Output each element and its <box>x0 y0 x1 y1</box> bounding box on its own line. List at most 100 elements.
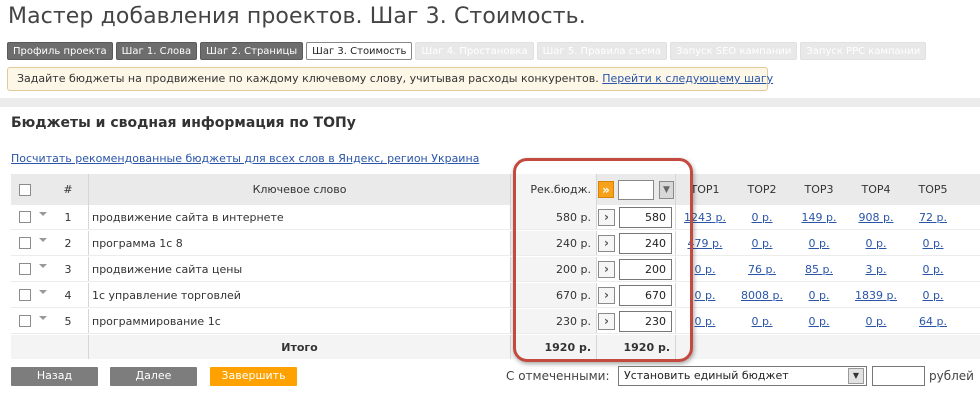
table-header: # Ключевое слово Рек.бюдж. » ▼ TOP1 TOP2… <box>11 174 980 205</box>
finish-button[interactable]: Завершить <box>210 367 297 386</box>
caret-down-icon[interactable] <box>39 238 47 242</box>
hint-banner: Задайте бюджеты на продвижение по каждом… <box>7 67 773 91</box>
top1-link[interactable]: 0 р. <box>695 289 716 302</box>
row-keyword: 1с управление торговлей <box>92 288 241 302</box>
bulk-budget-input[interactable] <box>872 366 925 386</box>
top1-link[interactable]: 0 р. <box>695 263 716 276</box>
bulk-action-select[interactable]: Установить единый бюджет ▼ <box>618 366 867 386</box>
calc-recommended-budgets-link[interactable]: Посчитать рекомендованные бюджеты для вс… <box>11 152 479 165</box>
top5-link[interactable]: 64 р. <box>919 315 947 328</box>
step-5-removal-rules: Шаг 5. Правила съема <box>536 42 668 60</box>
top2-link[interactable]: 0 р. <box>752 211 773 224</box>
next-button[interactable]: Далее <box>110 367 197 386</box>
row-num: 5 <box>64 314 72 328</box>
total-rec-budget: 1920 р. <box>544 340 592 354</box>
row-checkbox[interactable] <box>19 211 31 223</box>
col-top2: TOP2 <box>747 183 777 196</box>
row-keyword: продвижение сайта цены <box>92 262 243 276</box>
header-budget-input[interactable] <box>618 179 654 200</box>
wizard-steps: Профиль проекта Шаг 1. Слова Шаг 2. Стра… <box>7 42 927 60</box>
col-keyword: Ключевое слово <box>252 183 347 196</box>
bulk-action-label: С отмеченными: <box>506 369 610 383</box>
budget-input[interactable] <box>619 206 672 228</box>
budget-input[interactable] <box>619 310 672 332</box>
top2-link[interactable]: 76 р. <box>748 263 776 276</box>
top3-link[interactable]: 85 р. <box>805 263 833 276</box>
row-rec-budget: 230 р. <box>556 314 591 328</box>
row-checkbox[interactable] <box>19 237 31 249</box>
budget-input[interactable] <box>619 284 672 306</box>
table-row: 2 программа 1с 8 240 р. › 479 р. 0 р. 0 … <box>11 231 980 256</box>
row-checkbox[interactable] <box>19 315 31 327</box>
step-profile[interactable]: Профиль проекта <box>7 42 113 60</box>
caret-down-icon[interactable] <box>39 212 47 216</box>
top4-link[interactable]: 0 р. <box>866 237 887 250</box>
top3-link[interactable]: 0 р. <box>809 289 830 302</box>
budget-input[interactable] <box>619 258 672 280</box>
hint-text: Задайте бюджеты на продвижение по каждом… <box>17 72 599 85</box>
apply-all-arrow-icon[interactable]: » <box>598 181 615 198</box>
step-3-cost[interactable]: Шаг 3. Стоимость <box>306 42 413 60</box>
top4-link[interactable]: 1839 р. <box>855 289 897 302</box>
caret-down-icon[interactable] <box>39 290 47 294</box>
top3-link[interactable]: 0 р. <box>809 315 830 328</box>
chevron-down-icon[interactable]: ▼ <box>658 180 674 199</box>
row-keyword: продвижение сайта в интернете <box>92 210 284 224</box>
caret-down-icon[interactable] <box>39 316 47 320</box>
apply-rec-arrow-icon[interactable]: › <box>598 286 615 304</box>
top2-link[interactable]: 8008 р. <box>741 289 783 302</box>
chevron-down-icon[interactable]: ▼ <box>848 368 864 384</box>
step-seo-launch: Запуск SEO кампании <box>670 42 798 60</box>
top2-link[interactable]: 0 р. <box>752 237 773 250</box>
col-top1: TOP1 <box>690 183 720 196</box>
budget-input[interactable] <box>619 232 672 254</box>
select-all-checkbox[interactable] <box>19 183 31 196</box>
row-keyword: программа 1с 8 <box>92 236 183 250</box>
bulk-action-value: Установить единый бюджет <box>624 369 789 382</box>
row-num: 1 <box>64 210 72 224</box>
back-button[interactable]: Назад <box>11 367 98 386</box>
total-label: Итого <box>281 340 318 354</box>
top5-link[interactable]: 0 р. <box>923 237 944 250</box>
step-2-pages[interactable]: Шаг 2. Страницы <box>200 42 304 60</box>
top1-link[interactable]: 0 р. <box>695 315 716 328</box>
top5-link[interactable]: 0 р. <box>923 289 944 302</box>
caret-down-icon[interactable] <box>39 264 47 268</box>
top4-link[interactable]: 908 р. <box>859 211 894 224</box>
step-4-placement: Шаг 4. Простановка <box>415 42 534 60</box>
top5-link[interactable]: 0 р. <box>923 263 944 276</box>
top4-link[interactable]: 0 р. <box>866 315 887 328</box>
currency-label: рублей <box>929 369 974 383</box>
table-row: 4 1с управление торговлей 670 р. › 0 р. … <box>11 283 980 308</box>
row-keyword: программирование 1с <box>92 314 221 328</box>
row-checkbox[interactable] <box>19 289 31 301</box>
apply-rec-arrow-icon[interactable]: › <box>598 312 615 330</box>
table-row: 5 программирование 1с 230 р. › 0 р. 0 р.… <box>11 309 980 334</box>
col-top5: TOP5 <box>918 183 948 196</box>
table-row: 1 продвижение сайта в интернете 580 р. ›… <box>11 205 980 230</box>
apply-rec-arrow-icon[interactable]: › <box>598 234 615 252</box>
apply-rec-arrow-icon[interactable]: › <box>598 208 615 226</box>
col-num: # <box>63 183 73 196</box>
top3-link[interactable]: 149 р. <box>802 211 837 224</box>
top2-link[interactable]: 0 р. <box>752 315 773 328</box>
row-rec-budget: 240 р. <box>556 236 591 250</box>
step-1-words[interactable]: Шаг 1. Слова <box>115 42 198 60</box>
row-checkbox[interactable] <box>19 263 31 275</box>
row-rec-budget: 580 р. <box>556 210 591 224</box>
top3-link[interactable]: 0 р. <box>809 237 830 250</box>
top1-link[interactable]: 1243 р. <box>684 211 726 224</box>
total-budget: 1920 р. <box>623 340 671 354</box>
top1-link[interactable]: 479 р. <box>688 237 723 250</box>
section-divider <box>0 98 980 107</box>
col-rec-budget: Рек.бюдж. <box>530 183 591 196</box>
row-rec-budget: 200 р. <box>556 262 591 276</box>
step-ppc-launch: Запуск PPC кампании <box>800 42 927 60</box>
col-top4: TOP4 <box>861 183 891 196</box>
apply-rec-arrow-icon[interactable]: › <box>598 260 615 278</box>
top5-link[interactable]: 72 р. <box>919 211 947 224</box>
table-row: 3 продвижение сайта цены 200 р. › 0 р. 7… <box>11 257 980 282</box>
next-step-link[interactable]: Перейти к следующему шагу <box>602 72 773 85</box>
top4-link[interactable]: 3 р. <box>866 263 887 276</box>
section-title: Бюджеты и сводная информация по ТОПу <box>11 115 356 131</box>
